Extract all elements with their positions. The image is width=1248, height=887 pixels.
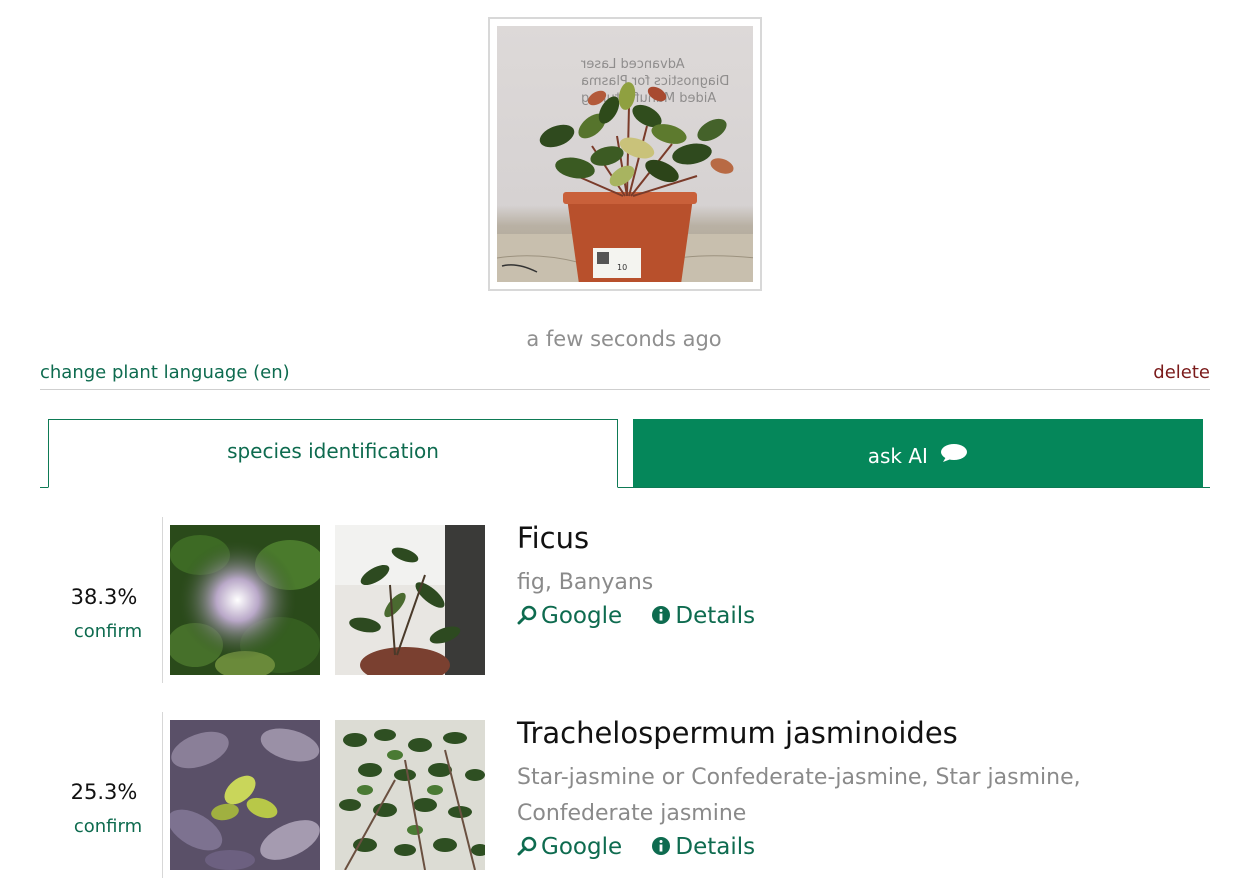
tab-species-label: species identification: [227, 439, 439, 463]
match-percent: 38.3%: [70, 585, 138, 609]
info-icon: [652, 606, 671, 624]
chat-icon: [940, 419, 968, 493]
confirm-link[interactable]: confirm: [40, 621, 176, 642]
search-icon: [517, 605, 537, 625]
google-link[interactable]: Google: [517, 603, 622, 629]
info-icon: [652, 837, 671, 855]
details-link-label: Details: [675, 603, 756, 629]
change-language-link[interactable]: change plant language (en): [40, 362, 290, 383]
species-name: Ficus: [517, 521, 590, 555]
tab-bar: species identification ask AI: [40, 419, 1210, 488]
confirm-link[interactable]: confirm: [40, 816, 176, 837]
tab-ask-ai[interactable]: ask AI: [633, 419, 1203, 487]
species-name: Trachelospermum jasminoides: [517, 716, 958, 750]
result-thumbnail[interactable]: [335, 720, 485, 870]
plant-photo-frame[interactable]: Advanced Laser Diagnostics for Plasma Ai…: [488, 17, 762, 291]
search-icon: [517, 836, 537, 856]
details-link[interactable]: Details: [651, 603, 755, 629]
potted-plant-illustration: 10: [497, 82, 753, 282]
result-thumbnail[interactable]: [170, 720, 320, 870]
match-percent: 25.3%: [70, 780, 138, 804]
meta-row: change plant language (en) delete: [40, 361, 1210, 390]
google-link[interactable]: Google: [517, 834, 622, 860]
result-thumbnail[interactable]: [335, 525, 485, 675]
result-thumbnail[interactable]: [170, 525, 320, 675]
result-links: Google Details: [517, 834, 777, 860]
google-link-label: Google: [541, 603, 623, 629]
common-names: Star-jasmine or Confederate-jasmine, Sta…: [517, 765, 1081, 826]
details-link[interactable]: Details: [651, 834, 755, 860]
upload-timestamp: a few seconds ago: [526, 327, 722, 351]
google-link-label: Google: [541, 834, 623, 860]
details-link-label: Details: [675, 834, 756, 860]
tab-species-identification[interactable]: species identification: [48, 419, 618, 488]
pot-label: 10: [617, 263, 627, 272]
result-item: 25.3% confirm Trachelospermum jasminoide…: [40, 712, 1210, 878]
result-item: 38.3% confirm Ficus fig, Banyans Google …: [40, 517, 1210, 683]
plant-photo: Advanced Laser Diagnostics for Plasma Ai…: [497, 26, 753, 282]
result-links: Google Details: [517, 603, 777, 629]
tab-ask-ai-label: ask AI: [867, 444, 928, 468]
delete-link[interactable]: delete: [1153, 362, 1210, 383]
common-names: fig, Banyans: [517, 570, 654, 595]
